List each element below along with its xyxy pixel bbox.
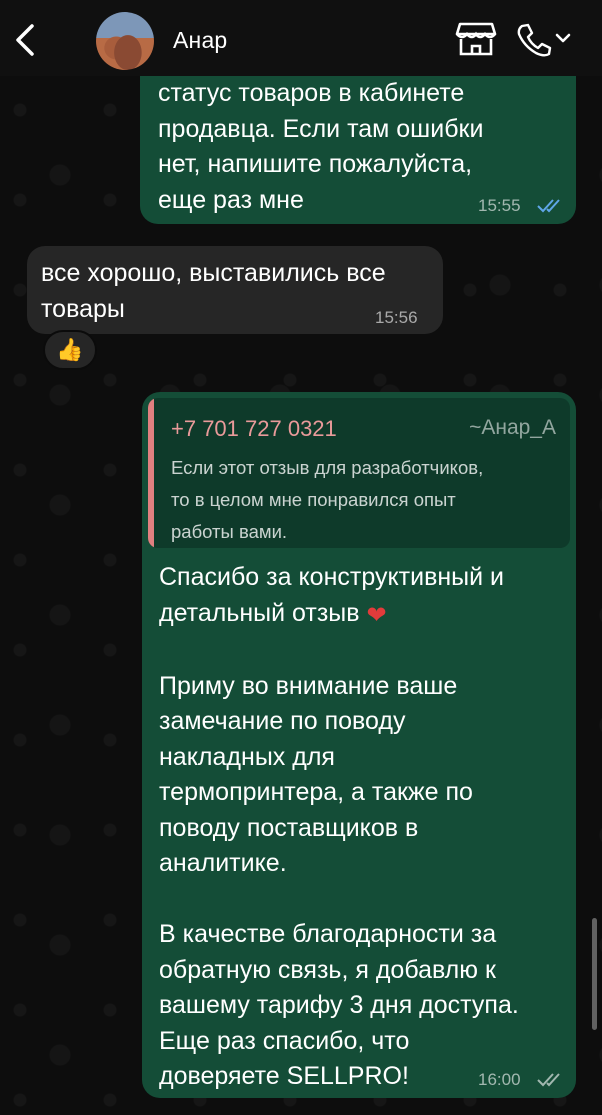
contact-name[interactable]: Анар — [173, 27, 227, 54]
double-check-read-icon — [537, 199, 560, 213]
quote-accent-bar — [148, 398, 154, 548]
double-check-icon — [537, 1073, 560, 1087]
avatar[interactable] — [96, 12, 154, 70]
thumbs-up-icon: 👍 — [56, 337, 84, 362]
store-icon — [455, 22, 497, 56]
message-time: 16:00 — [478, 1070, 521, 1089]
quote-author: ~Анар_А — [469, 416, 556, 439]
message-time: 15:56 — [375, 308, 418, 327]
quote-phone: +7 701 727 0321 — [171, 416, 337, 441]
message-text: Спасибо за конструктивный и детальный от… — [159, 563, 519, 1090]
call-button[interactable] — [514, 20, 576, 58]
quote-text: Если этот отзыв для разработчиков, то в … — [171, 457, 484, 542]
store-button[interactable] — [454, 20, 498, 58]
message-time: 15:55 — [478, 196, 521, 215]
chat-header: Анар — [0, 0, 602, 76]
scrollbar[interactable] — [592, 918, 597, 1030]
back-button[interactable] — [8, 18, 44, 62]
reaction-badge[interactable]: 👍 — [43, 330, 97, 370]
chevron-left-icon — [16, 24, 34, 56]
quoted-message[interactable]: +7 701 727 0321 ~Анар_А Если этот отзыв … — [148, 398, 570, 548]
heart-icon: ❤ — [366, 601, 387, 629]
phone-icon — [517, 23, 571, 57]
